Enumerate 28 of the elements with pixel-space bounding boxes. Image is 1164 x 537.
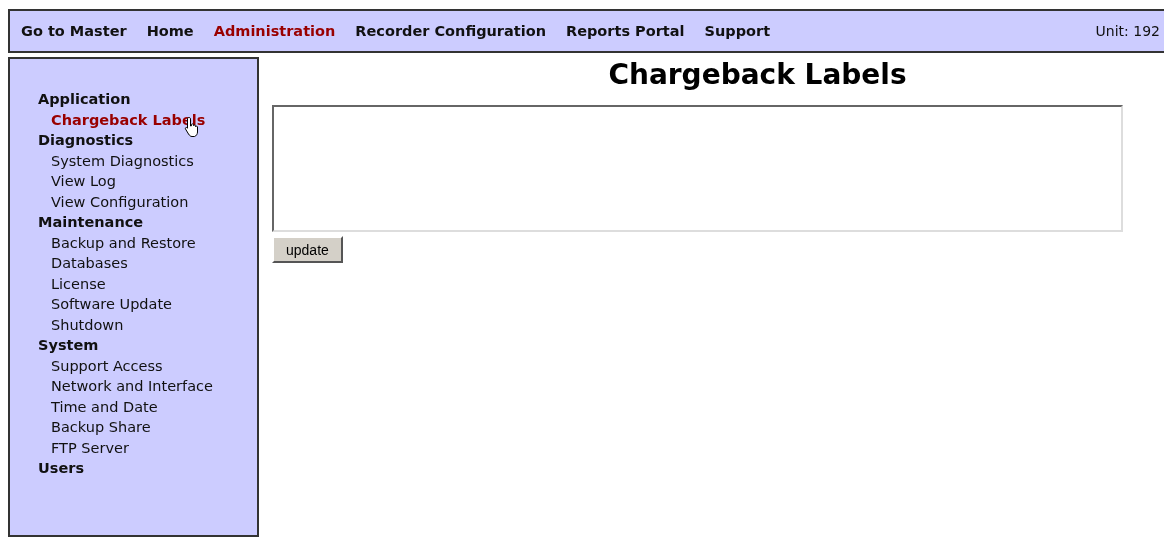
- nav-link[interactable]: Recorder Configuration: [355, 23, 546, 39]
- menu-link[interactable]: Backup and Restore: [38, 232, 196, 253]
- menu-link[interactable]: License: [38, 273, 106, 294]
- page-title: Chargeback Labels: [607, 57, 908, 93]
- nav-link[interactable]: Support: [704, 23, 771, 39]
- menu-link[interactable]: View Log: [38, 171, 116, 192]
- menu-link[interactable]: FTP Server: [38, 437, 129, 458]
- menu-heading: Users: [38, 459, 86, 478]
- update-button[interactable]: update: [272, 236, 343, 263]
- menu-link[interactable]: Time and Date: [38, 396, 158, 417]
- menu-heading: System: [38, 336, 100, 355]
- labels-text-area[interactable]: [272, 105, 1123, 232]
- nav-link[interactable]: Reports Portal: [565, 23, 685, 39]
- nav-link[interactable]: Home: [146, 23, 194, 39]
- menu-link[interactable]: System Diagnostics: [38, 150, 194, 171]
- menu-link[interactable]: Support Access: [38, 355, 163, 376]
- menu-link[interactable]: Shutdown: [38, 314, 124, 335]
- menu-link[interactable]: Databases: [38, 253, 128, 274]
- menu-link[interactable]: View Configuration: [38, 191, 189, 212]
- menu-link[interactable]: Network and Interface: [38, 376, 213, 397]
- menu-heading: Maintenance: [38, 213, 145, 232]
- menu-heading: Application: [38, 90, 132, 109]
- menu-link[interactable]: Backup Share: [38, 417, 151, 438]
- nav-link[interactable]: Go to Master: [21, 23, 127, 39]
- menu-link[interactable]: Software Update: [38, 294, 173, 315]
- menu-heading: Diagnostics: [38, 131, 135, 150]
- nav-link[interactable]: Administration: [213, 23, 336, 39]
- unit-label: Unit: 192: [1095, 23, 1160, 39]
